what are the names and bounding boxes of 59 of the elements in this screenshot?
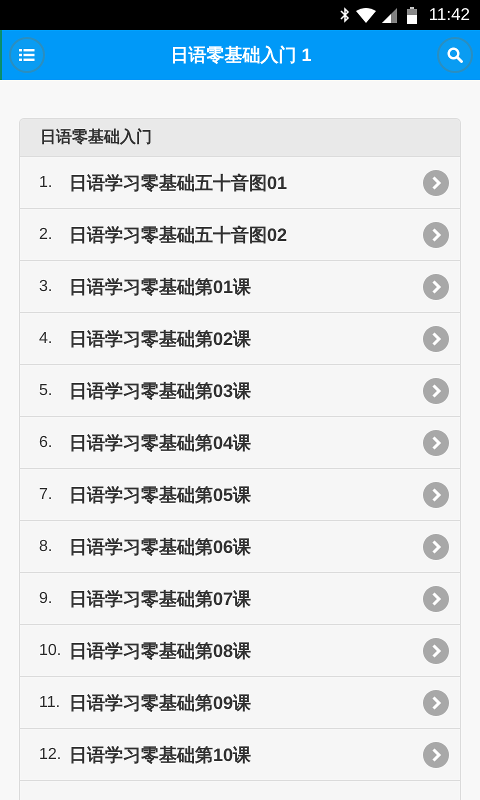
item-title: 日语学习零基础第07课 [69,588,252,610]
item-number: 5. [39,382,54,400]
list-item[interactable]: 11. 日语学习零基础第09课 [20,677,460,729]
chevron-icon [423,690,449,716]
list-item[interactable]: 2. 日语学习零基础五十音图02 [20,209,460,261]
item-title: 日语学习零基础第08课 [69,640,252,662]
chevron-icon [423,742,449,768]
chevron-icon [423,274,449,300]
list-item[interactable]: 6. 日语学习零基础第04课 [20,417,460,469]
chevron-icon [423,430,449,456]
item-title: 日语学习零基础第04课 [69,432,252,454]
list-item[interactable]: 10. 日语学习零基础第08课 [20,625,460,677]
list-item[interactable]: 12. 日语学习零基础第10课 [20,729,460,781]
item-title: 日语学习零基础五十音图02 [69,224,288,246]
item-title: 日语学习零基础第02课 [69,328,252,350]
chevron-icon [423,222,449,248]
item-number: 7. [39,486,54,504]
item-title: 日语学习零基础第05课 [69,484,252,506]
item-number: 1. [39,174,54,192]
chevron-icon [423,170,449,196]
chevron-icon [423,378,449,404]
item-number: 10. [39,642,62,660]
item-number: 12. [39,746,62,764]
item-number: 6. [39,434,54,452]
menu-button[interactable] [9,37,45,73]
item-title: 日语学习零基础五十音图01 [69,172,288,194]
chevron-icon [423,534,449,560]
item-number: 4. [39,330,54,348]
bluetooth-icon [340,7,350,23]
wifi-icon [356,8,376,22]
list-heading: 日语零基础入门 [20,119,460,157]
item-title: 日语学习零基础第09课 [69,692,252,714]
chevron-icon [423,586,449,612]
clock-time: 11:42 [428,5,470,25]
chevron-icon [423,326,449,352]
menu-icon [19,48,35,62]
list-item[interactable]: 3. 日语学习零基础第01课 [20,261,460,313]
chevron-icon [423,482,449,508]
list-item[interactable]: 1. 日语学习零基础五十音图01 [20,157,460,209]
search-button[interactable] [436,37,473,73]
item-title: 日语学习零基础第01课 [69,276,252,298]
item-number: 11. [39,694,62,712]
list-item[interactable]: 5. 日语学习零基础第03课 [20,365,460,417]
list-item[interactable]: 9. 日语学习零基础第07课 [20,573,460,625]
signal-icon [382,8,397,22]
item-title: 日语学习零基础第06课 [69,536,252,558]
list-item[interactable]: 4. 日语学习零基础第02课 [20,313,460,365]
page-title: 日语零基础入门 1 [170,44,312,67]
item-number: 8. [39,538,54,556]
item-number: 3. [39,278,54,296]
list-item[interactable]: 7. 日语学习零基础第05课 [20,469,460,521]
battery-icon [406,6,417,24]
list-item[interactable]: 8. 日语学习零基础第06课 [20,521,460,573]
chevron-icon [423,638,449,664]
item-number: 9. [39,590,54,608]
item-number: 2. [39,226,54,244]
item-title: 日语学习零基础第10课 [69,744,252,766]
item-title: 日语学习零基础第03课 [69,380,252,402]
search-icon [446,47,463,63]
